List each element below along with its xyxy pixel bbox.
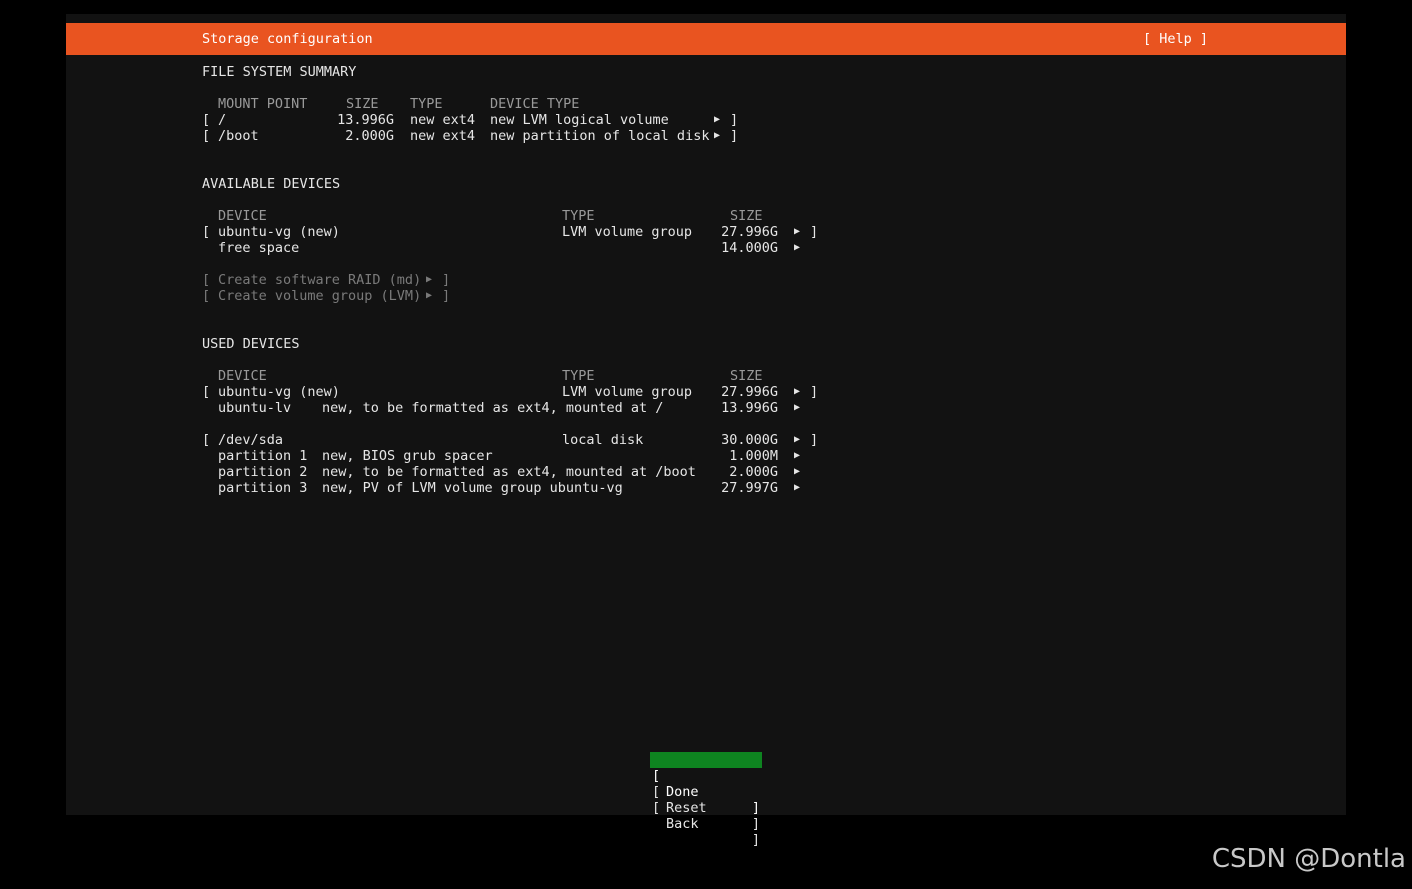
partition-name: partition 2 [218,464,308,480]
title-bar: Storage configuration [ Help ] [66,23,1346,55]
partition-name: partition 3 [218,480,308,496]
done-button[interactable]: [ Done ] [650,752,762,816]
row-bracket-left: [ [202,128,211,144]
arrow-right-icon: ▶ [794,402,801,413]
row-bracket-left: [ [202,432,211,448]
fs-size: 2.000G [345,128,394,144]
row-bracket-left: [ [202,272,211,288]
row-bracket-right: ] [442,272,451,288]
button-bracket-left: [ [652,800,661,816]
partition-size: 27.997G [721,480,778,496]
col-type: TYPE [410,96,443,112]
partition-description: new, PV of LVM volume group ubuntu-vg [322,480,623,496]
arrow-right-icon: ▶ [426,290,433,301]
button-bracket-right: ] [751,816,760,832]
partition-name: partition 1 [218,448,308,464]
col-device: DEVICE [218,368,267,384]
row-bracket-right: ] [810,384,819,400]
partition-description: new, to be formatted as ext4, mounted at… [322,464,696,480]
back-button[interactable]: [ Back ] [650,784,762,848]
arrow-right-icon: ▶ [794,482,801,493]
device-description: new, to be formatted as ext4, mounted at… [322,400,664,416]
reset-button[interactable]: [ Reset ] [650,768,762,832]
device-name: ubuntu-vg (new) [218,224,340,240]
col-device: DEVICE [218,208,267,224]
row-bracket-right: ] [730,112,739,128]
device-type: LVM volume group [562,384,693,400]
partition-description: new, BIOS grub spacer [322,448,493,464]
device-size: 14.000G [721,240,778,256]
device-size: 27.996G [721,384,778,400]
arrow-right-icon: ▶ [714,114,721,125]
device-size: 27.996G [721,224,778,240]
page-title: Storage configuration [202,31,373,47]
device-name: /dev/sda [218,432,284,448]
row-bracket-right: ] [810,224,819,240]
device-size: 13.996G [721,400,778,416]
button-bracket-right: ] [751,800,760,816]
row-bracket-right: ] [730,128,739,144]
col-size: SIZE [730,208,763,224]
col-type: TYPE [562,368,595,384]
device-type: local disk [562,432,644,448]
row-bracket-right: ] [810,432,819,448]
create-raid-label: Create software RAID (md) [218,272,422,288]
fs-summary-heading: FILE SYSTEM SUMMARY [202,64,357,80]
arrow-right-icon: ▶ [794,434,801,445]
row-bracket-left: [ [202,224,211,240]
row-bracket-left: [ [202,384,211,400]
create-lvm-label: Create volume group (LVM) [218,288,422,304]
arrow-right-icon: ▶ [426,274,433,285]
arrow-right-icon: ▶ [794,466,801,477]
col-size: SIZE [730,368,763,384]
fs-size: 13.996G [337,112,394,128]
col-size: SIZE [346,96,379,112]
arrow-right-icon: ▶ [794,386,801,397]
row-bracket-right: ] [442,288,451,304]
arrow-right-icon: ▶ [714,130,721,141]
device-name: free space [218,240,300,256]
fs-device-type: new LVM logical volume [490,112,669,128]
device-size: 30.000G [721,432,778,448]
col-type: TYPE [562,208,595,224]
fs-type: new ext4 [410,112,476,128]
available-devices-heading: AVAILABLE DEVICES [202,176,341,192]
mount-point: /boot [218,128,259,144]
fs-device-type: new partition of local disk [490,128,710,144]
used-devices-heading: USED DEVICES [202,336,300,352]
device-name: ubuntu-lv [218,400,292,416]
arrow-right-icon: ▶ [794,226,801,237]
col-mount-point: MOUNT POINT [218,96,308,112]
device-type: LVM volume group [562,224,693,240]
mount-point: / [218,112,227,128]
col-device-type: DEVICE TYPE [490,96,580,112]
arrow-right-icon: ▶ [794,242,801,253]
button-bracket-right: ] [751,832,760,848]
partition-size: 1.000M [729,448,778,464]
row-bracket-left: [ [202,112,211,128]
device-name: ubuntu-vg (new) [218,384,340,400]
arrow-right-icon: ▶ [794,450,801,461]
partition-size: 2.000G [729,464,778,480]
back-button-label: Back [666,816,699,832]
row-bracket-left: [ [202,288,211,304]
fs-type: new ext4 [410,128,476,144]
help-button[interactable]: [ Help ] [1143,23,1208,55]
installer-screen: Storage configuration [ Help ] FILE SYST… [66,14,1346,848]
watermark: CSDN @Dontla [1211,844,1406,874]
